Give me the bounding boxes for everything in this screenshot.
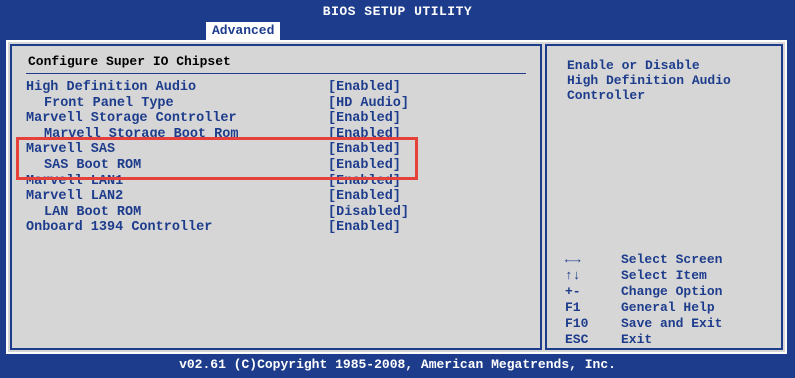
key-select-item: ↑↓ Select Item	[565, 268, 775, 284]
setting-value[interactable]: [Enabled]	[328, 127, 401, 137]
setting-label: High Definition Audio	[26, 80, 197, 95]
section-title: Configure Super IO Chipset	[28, 54, 231, 69]
key-exit: ESC Exit	[565, 332, 775, 348]
key-description: Select Item	[621, 268, 707, 283]
copyright-footer: v02.61 (C)Copyright 1985-2008, American …	[179, 357, 616, 372]
key-description: Select Screen	[621, 252, 723, 267]
setting-marvell-storage-controller[interactable]: Marvell Storage Controller [Enabled]	[26, 111, 536, 127]
key-description: Save and Exit	[621, 316, 723, 331]
setting-label: Front Panel Type	[44, 95, 174, 111]
setting-label: Marvell Storage Boot Rom	[44, 126, 239, 137]
setting-value[interactable]: [Enabled]	[328, 111, 401, 127]
section-divider	[26, 73, 526, 74]
key-description: General Help	[621, 300, 715, 315]
help-panel: Enable or Disable High Definition Audio …	[545, 44, 783, 350]
setting-label: LAN Boot ROM	[44, 204, 142, 220]
key-description: Change Option	[621, 284, 723, 299]
key-change-option: +- Change Option	[565, 284, 775, 300]
key-label: F10	[565, 316, 589, 331]
tab-advanced[interactable]: Advanced	[206, 22, 281, 40]
setting-onboard-1394-controller[interactable]: Onboard 1394 Controller [Enabled]	[26, 220, 536, 236]
setting-value[interactable]: [Enabled]	[328, 80, 401, 96]
key-label: ESC	[565, 332, 589, 347]
setting-label: Marvell Storage Controller	[26, 111, 237, 127]
setting-value[interactable]: [Disabled]	[328, 205, 409, 221]
key-description: Exit	[621, 332, 653, 347]
setting-high-definition-audio[interactable]: High Definition Audio [Enabled]	[26, 80, 536, 96]
arrow-up-down-icon: ↑↓	[565, 268, 581, 283]
highlight-box	[16, 137, 418, 180]
setting-value[interactable]: [Enabled]	[328, 189, 401, 205]
arrow-left-right-icon: ←→	[565, 252, 581, 267]
key-save-and-exit: F10 Save and Exit	[565, 316, 775, 332]
setting-label: Marvell LAN2	[26, 189, 124, 205]
setting-marvell-lan2[interactable]: Marvell LAN2 [Enabled]	[26, 189, 536, 205]
setting-front-panel-type[interactable]: Front Panel Type [HD Audio]	[26, 96, 536, 112]
key-select-screen: ←→ Select Screen	[565, 252, 775, 268]
key-legend: ←→ Select Screen ↑↓ Select Item +- Chang…	[565, 252, 775, 348]
setting-marvell-storage-boot-rom[interactable]: Marvell Storage Boot Rom [Enabled]	[26, 127, 536, 137]
key-general-help: F1 General Help	[565, 300, 775, 316]
help-text: Enable or Disable High Definition Audio …	[567, 58, 731, 103]
setting-lan-boot-rom[interactable]: LAN Boot ROM [Disabled]	[26, 205, 536, 221]
key-label: +-	[565, 284, 581, 299]
key-label: F1	[565, 300, 581, 315]
setting-value[interactable]: [Enabled]	[328, 220, 401, 236]
setting-value[interactable]: [HD Audio]	[328, 96, 409, 112]
setting-label: Onboard 1394 Controller	[26, 220, 213, 236]
settings-panel: Configure Super IO Chipset High Definiti…	[10, 44, 542, 350]
bios-title: BIOS SETUP UTILITY	[322, 4, 473, 19]
